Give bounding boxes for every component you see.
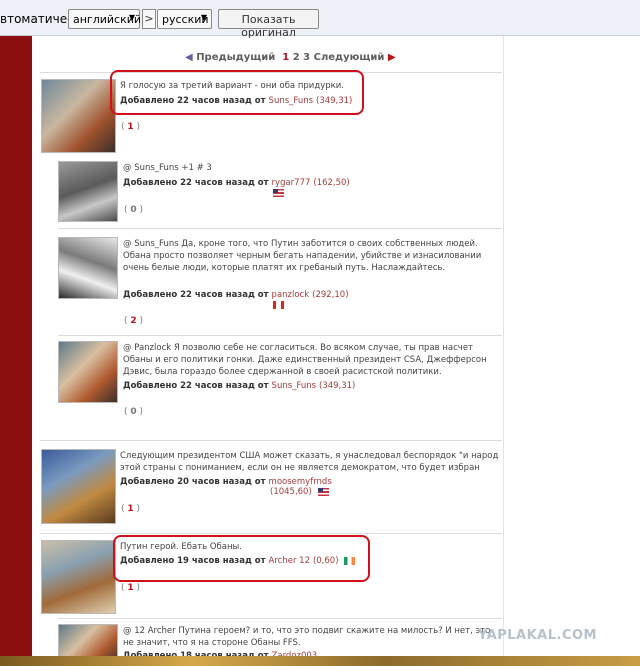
comment-date: Добавлено 22 часов назад от: [123, 178, 269, 188]
rating-open-paren: (: [121, 583, 125, 593]
comment-date: Добавлено 20 часов назад от: [120, 477, 266, 487]
user-score: (1045,60): [270, 487, 312, 497]
comment-meta: Добавлено 22 часов назад от Suns_Funs (3…: [123, 381, 355, 391]
us-flag-icon: [318, 488, 329, 496]
avatar[interactable]: [58, 341, 118, 403]
comment-text: Следующим президентом США может сказать,…: [120, 451, 499, 473]
left-sidebar-stripe: [0, 36, 32, 666]
comment-text: @ 12 Archer Путина героем? и то, что это…: [123, 626, 491, 648]
comment-meta: Добавлено 20 часов назад от moosemyfrnds: [120, 477, 332, 487]
divider: [40, 533, 502, 534]
page-link[interactable]: 2: [293, 52, 300, 63]
taskbar-strip: [0, 656, 640, 666]
comment-rating[interactable]: ( 1 ): [121, 504, 140, 514]
next-page-link[interactable]: Следующий: [314, 52, 385, 63]
content-divider: [503, 36, 504, 666]
avatar[interactable]: [41, 449, 116, 524]
rating-close-paren: ): [136, 504, 141, 514]
comment-text: @ Panzlock Я позволю себе не согласиться…: [123, 343, 487, 377]
rating-open-paren: (: [124, 407, 128, 417]
avatar[interactable]: [41, 79, 116, 153]
divider: [40, 440, 502, 441]
avatar[interactable]: [41, 540, 116, 614]
watermark: YAPLAKAL.COM: [478, 628, 597, 643]
canada-flag-icon: [273, 301, 284, 309]
comment-username[interactable]: Suns_Funs: [272, 381, 316, 391]
comment-meta: Добавлено 22 часов назад от panzlock (29…: [123, 290, 349, 300]
comment-text: @ Suns_Funs Да, кроне того, что Путин за…: [123, 239, 482, 273]
pagination: ◀ Предыдущий 1 2 3 Следующий ▶: [185, 52, 396, 63]
direction-arrow: >: [142, 9, 156, 29]
avatar[interactable]: [58, 237, 118, 299]
divider: [58, 228, 502, 229]
highlight-annotation: [110, 70, 364, 115]
triangle-left-icon: ◀: [185, 52, 193, 63]
us-flag-icon: [273, 189, 284, 197]
chevron-down-icon: ▼: [128, 13, 135, 22]
comment-rating[interactable]: ( 1 ): [121, 583, 140, 593]
rating-open-paren: (: [124, 316, 128, 326]
triangle-right-icon: ▶: [387, 52, 396, 63]
comment-username[interactable]: panzlock: [272, 290, 310, 300]
rating-close-paren: ): [136, 583, 141, 593]
rating-close-paren: ): [139, 316, 144, 326]
rating-close-paren: ): [136, 122, 141, 132]
comment-rating[interactable]: ( 0 ): [124, 407, 143, 417]
prev-page-link[interactable]: Предыдущий: [196, 52, 275, 63]
comment-rating[interactable]: ( 2 ): [124, 316, 143, 326]
translate-bar: втоматически английский ▼ > русский ▼ По…: [0, 0, 640, 39]
comment-text: @ Suns_Funs +1 # 3: [123, 163, 212, 173]
chevron-down-icon: ▼: [200, 13, 207, 22]
rating-value: 0: [130, 407, 137, 417]
rating-value: 1: [127, 583, 134, 593]
avatar[interactable]: [58, 161, 118, 222]
rating-value: 1: [127, 504, 134, 514]
show-original-button[interactable]: Показать оригинал: [218, 9, 319, 39]
comment-meta-score: (1045,60): [270, 487, 312, 497]
user-score: (292,10): [312, 290, 349, 300]
comment-rating[interactable]: ( 1 ): [121, 122, 140, 132]
page-link[interactable]: 3: [303, 52, 310, 63]
rating-open-paren: (: [124, 205, 128, 215]
comment-meta: Добавлено 22 часов назад от rygar777 (16…: [123, 178, 350, 188]
rating-value: 2: [130, 316, 137, 326]
divider: [58, 618, 502, 619]
page-link-current[interactable]: 1: [282, 52, 289, 63]
comment-rating[interactable]: ( 0 ): [124, 205, 143, 215]
comment-date: Добавлено 22 часов назад от: [123, 381, 269, 391]
rating-value: 1: [127, 122, 134, 132]
rating-close-paren: ): [139, 205, 144, 215]
comment-username[interactable]: moosemyfrnds: [269, 477, 332, 487]
rating-close-paren: ): [139, 407, 144, 417]
rating-value: 0: [130, 205, 137, 215]
rating-open-paren: (: [121, 122, 125, 132]
source-language-select[interactable]: английский ▼: [68, 9, 141, 29]
user-score: (162,50): [313, 178, 350, 188]
comment-date: Добавлено 22 часов назад от: [123, 290, 269, 300]
user-score: (349,31): [319, 381, 356, 391]
comment-username[interactable]: rygar777: [272, 178, 311, 188]
highlight-annotation: [113, 535, 370, 582]
rating-open-paren: (: [121, 504, 125, 514]
target-language-select[interactable]: русский ▼: [157, 9, 212, 29]
divider: [58, 335, 502, 336]
